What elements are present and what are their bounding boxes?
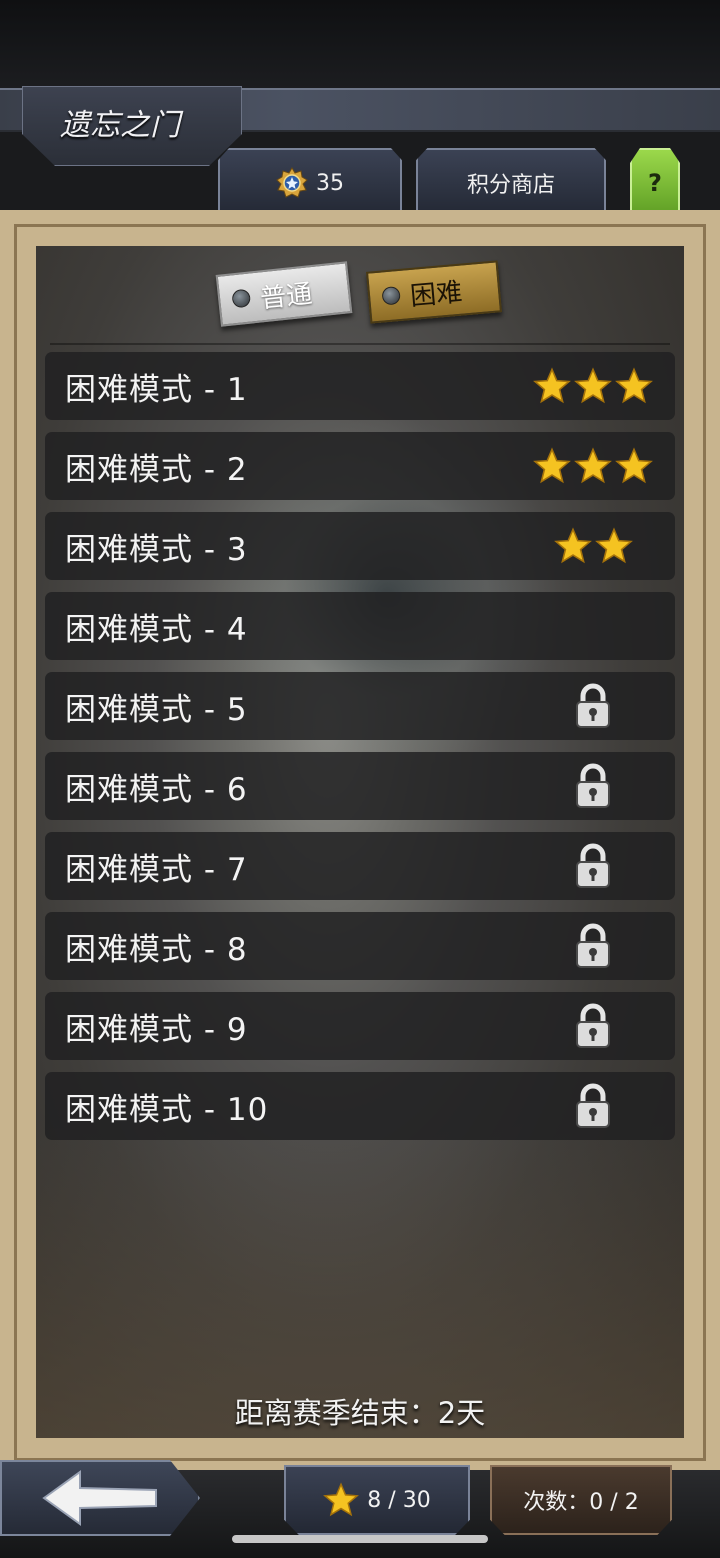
level-label: 困难模式 - 7 (65, 851, 248, 888)
lock-icon (576, 683, 610, 728)
star-icon (595, 527, 633, 564)
level-status (530, 352, 653, 420)
stars-total-value: 8 / 30 (367, 1487, 431, 1513)
star-icon (574, 367, 612, 404)
level-row[interactable]: 困难模式 - 2 (45, 432, 675, 500)
points-value: 35 (316, 170, 344, 196)
home-indicator[interactable] (232, 1535, 488, 1543)
top-band (0, 0, 720, 90)
app-root: 遗忘之门 35 积分商店 ? 普通 困难 困难模式 - 1 困难模式 - 2 困难模… (0, 0, 720, 1558)
radio-dot-icon (381, 285, 401, 306)
level-status (573, 752, 653, 820)
level-row[interactable]: 困难模式 - 10 (45, 1072, 675, 1140)
level-label: 困难模式 - 6 (65, 771, 248, 808)
star-icon (554, 527, 592, 564)
lock-icon (576, 843, 610, 888)
points-shop-button[interactable]: 积分商店 (416, 148, 606, 216)
level-label: 困难模式 - 10 (65, 1091, 269, 1128)
level-label: 困难模式 - 4 (65, 611, 248, 648)
stars-total-badge: 8 / 30 (284, 1465, 470, 1535)
level-row[interactable]: 困难模式 - 8 (45, 912, 675, 980)
season-countdown: 距离赛季结束：2天 (234, 1396, 486, 1430)
level-status (530, 432, 653, 500)
medal-icon (276, 167, 308, 198)
level-row[interactable]: 困难模式 - 6 (45, 752, 675, 820)
level-label: 困难模式 - 8 (65, 931, 248, 968)
lock-icon (576, 763, 610, 808)
help-button[interactable]: ? (630, 148, 680, 216)
back-button[interactable] (0, 1460, 200, 1536)
mode-normal-label: 普通 (258, 278, 314, 314)
tries-counter: 次数：0 / 2 (490, 1465, 672, 1535)
back-arrow-icon (42, 1470, 157, 1526)
level-row[interactable]: 困难模式 - 5 (45, 672, 675, 740)
level-status (573, 1072, 653, 1140)
level-row[interactable]: 困难模式 - 7 (45, 832, 675, 900)
level-label: 困难模式 - 1 (65, 371, 248, 408)
level-label: 困难模式 - 9 (65, 1011, 248, 1048)
level-status (573, 832, 653, 900)
star-icon (615, 367, 653, 404)
lock-icon (576, 1003, 610, 1048)
lock-icon (576, 1083, 610, 1128)
divider (50, 343, 670, 345)
page-title: 遗忘之门 (60, 108, 180, 143)
level-row[interactable]: 困难模式 - 1 (45, 352, 675, 420)
level-status (573, 912, 653, 980)
level-label: 困难模式 - 3 (65, 531, 248, 568)
lock-icon (576, 923, 610, 968)
level-status (573, 992, 653, 1060)
level-label: 困难模式 - 5 (65, 691, 248, 728)
mode-hard-label: 困难 (409, 277, 464, 312)
star-icon (615, 447, 653, 484)
level-status (573, 672, 653, 740)
radio-dot-icon (231, 288, 252, 309)
star-icon (574, 447, 612, 484)
points-badge-button[interactable]: 35 (218, 148, 402, 216)
star-icon (533, 367, 571, 404)
level-row[interactable]: 困难模式 - 9 (45, 992, 675, 1060)
star-icon (533, 447, 571, 484)
level-row[interactable]: 困难模式 - 4 (45, 592, 675, 660)
star-icon (323, 1482, 360, 1517)
level-label: 困难模式 - 2 (65, 451, 248, 488)
level-status (551, 512, 633, 580)
level-row[interactable]: 困难模式 - 3 (45, 512, 675, 580)
